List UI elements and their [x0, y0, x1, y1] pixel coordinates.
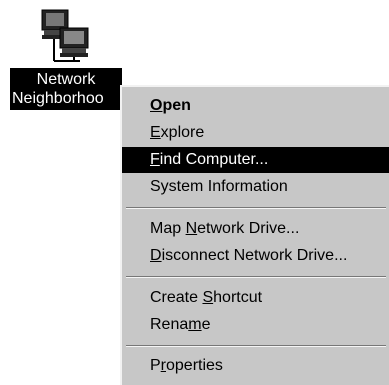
menu-item-create-shortcut-mnemonic: S — [202, 289, 214, 306]
menu-item-open-rest: pen — [162, 97, 191, 114]
desktop-icon-label-line1: Network — [36, 71, 96, 88]
menu-item-explore-rest: xplore — [160, 124, 205, 141]
menu-item-create-shortcut[interactable]: Create Shortcut — [122, 285, 389, 311]
context-menu: Open Explore Find Computer... System Inf… — [120, 85, 389, 385]
menu-item-map-network-drive[interactable]: Map Network Drive... — [122, 216, 389, 242]
desktop-icon-label: Network Neighborhoo — [10, 68, 122, 110]
menu-item-system-information[interactable]: System Information — [122, 174, 389, 200]
menu-item-map-network-drive-rest: etwork Drive... — [197, 220, 300, 237]
desktop-icon-label-line2: Neighborhoo — [12, 90, 104, 107]
menu-item-explore-mnemonic: E — [150, 124, 161, 141]
menu-item-properties[interactable]: Properties — [122, 353, 389, 379]
menu-item-rename-mnemonic: m — [188, 316, 202, 333]
network-computers-icon — [40, 8, 92, 64]
menu-separator — [126, 207, 386, 209]
menu-item-create-shortcut-pre: Create — [150, 289, 203, 306]
menu-item-map-network-drive-mnemonic: N — [185, 220, 198, 237]
menu-item-find-computer-mnemonic: F — [150, 151, 160, 168]
menu-item-properties-pre: P — [150, 357, 161, 374]
menu-item-find-computer-rest: ind Computer... — [159, 151, 269, 168]
network-neighborhood-desktop-icon[interactable]: Network Neighborhoo — [10, 8, 122, 110]
menu-item-open[interactable]: Open — [122, 93, 389, 119]
menu-item-map-network-drive-pre: Map — [150, 220, 186, 237]
menu-item-rename-pre: Rena — [150, 316, 189, 333]
menu-item-properties-rest: operties — [166, 357, 223, 374]
menu-item-disconnect-network-drive-mnemonic: D — [150, 247, 162, 264]
menu-item-system-information-label: System Information — [150, 178, 288, 195]
menu-item-disconnect-network-drive[interactable]: Disconnect Network Drive... — [122, 243, 389, 269]
menu-item-explore[interactable]: Explore — [122, 120, 389, 146]
menu-item-rename-rest: e — [201, 316, 211, 333]
menu-separator — [126, 345, 386, 347]
menu-item-find-computer[interactable]: Find Computer... — [122, 147, 389, 173]
menu-separator — [126, 276, 386, 278]
menu-item-disconnect-network-drive-rest: isconnect Network Drive... — [161, 247, 348, 264]
menu-item-rename[interactable]: Rename — [122, 312, 389, 338]
menu-item-create-shortcut-rest: hortcut — [213, 289, 263, 306]
menu-item-open-mnemonic: O — [150, 97, 163, 114]
